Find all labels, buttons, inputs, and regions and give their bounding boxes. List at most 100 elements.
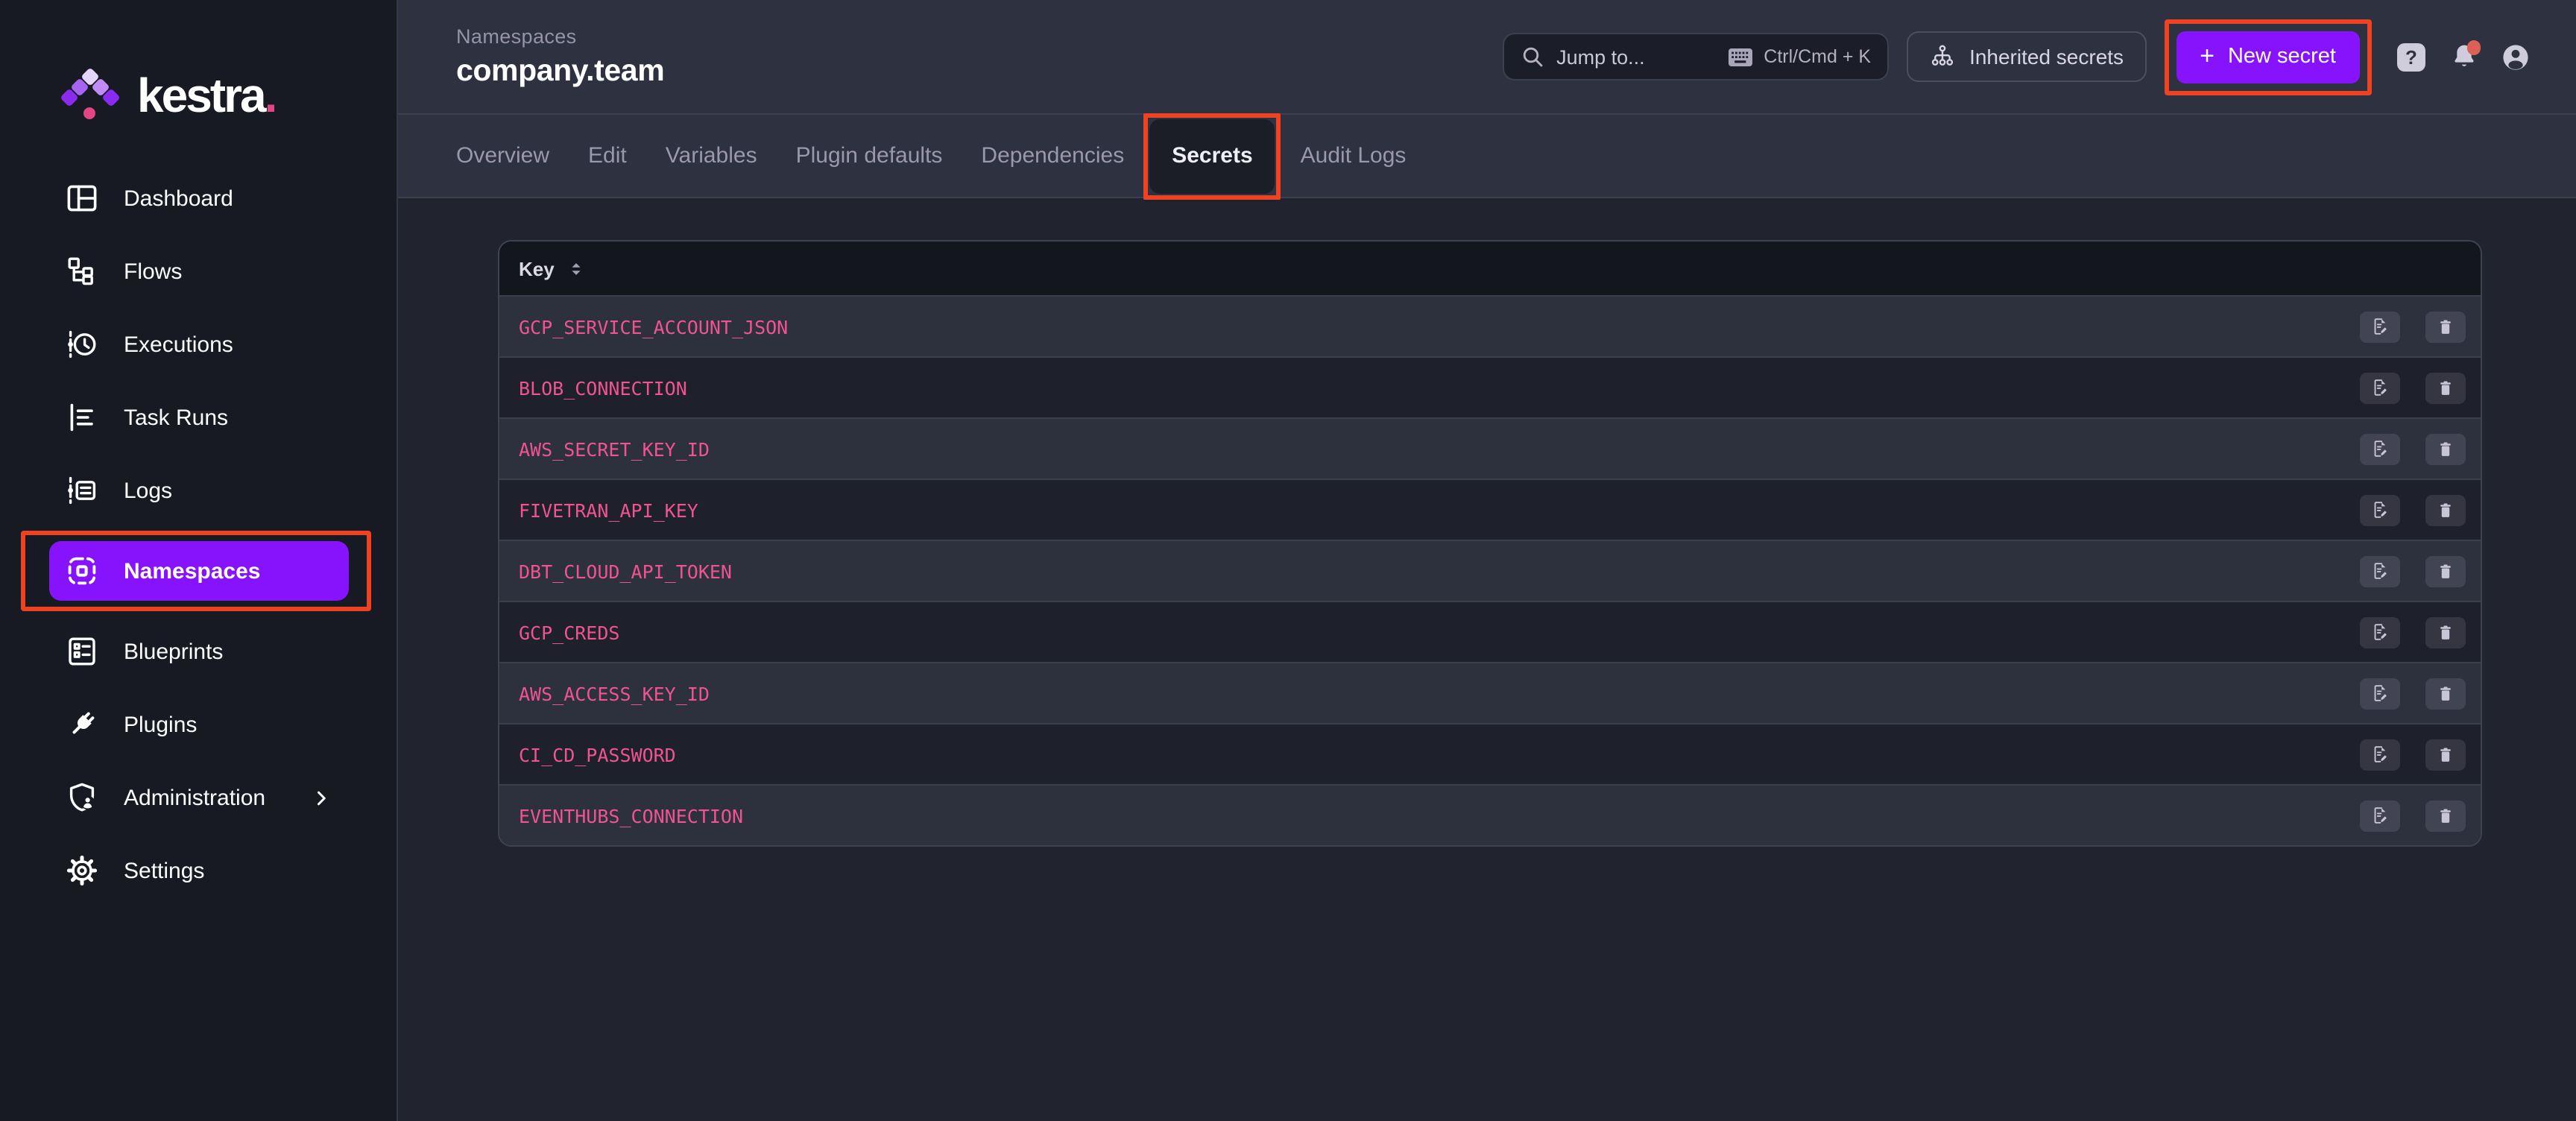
search-placeholder: Jump to... [1556, 45, 1645, 68]
edit-secret-button[interactable] [2360, 555, 2400, 587]
help-icon[interactable]: ? [2397, 42, 2425, 71]
tab-variables[interactable]: Variables [646, 114, 777, 198]
sidebar: kestra. Dashboard Flows Executions [0, 0, 398, 1121]
main-area: Namespaces company.team Jump to... Ctrl/… [398, 0, 2576, 1121]
secret-key: BLOB_CONNECTION [519, 376, 687, 399]
annotation-new-secret: + New secret [2164, 19, 2372, 95]
delete-secret-button[interactable] [2425, 616, 2466, 648]
sidebar-nav: Dashboard Flows Executions Task Runs [0, 168, 397, 914]
table-row: GCP_CREDS [499, 601, 2481, 662]
sidebar-item-label: Plugins [124, 712, 197, 737]
sidebar-item-label: Flows [124, 259, 182, 284]
kestra-logo-icon [63, 69, 118, 119]
sidebar-item-settings[interactable]: Settings [49, 841, 349, 900]
sidebar-item-flows[interactable]: Flows [49, 241, 349, 301]
search-shortcut: Ctrl/Cmd + K [1728, 46, 1871, 67]
bell-icon[interactable] [2448, 40, 2481, 73]
settings-icon [64, 853, 100, 888]
delete-secret-button[interactable] [2425, 800, 2466, 831]
delete-secret-button[interactable] [2425, 433, 2466, 464]
tab-audit-logs[interactable]: Audit Logs [1281, 114, 1426, 198]
table-row: CI_CD_PASSWORD [499, 723, 2481, 784]
delete-secret-button[interactable] [2425, 555, 2466, 587]
edit-secret-button[interactable] [2360, 739, 2400, 770]
avatar[interactable] [2498, 40, 2531, 73]
tab-overview[interactable]: Overview [437, 114, 569, 198]
sidebar-item-label: Executions [124, 332, 233, 357]
sidebar-item-blueprints[interactable]: Blueprints [49, 622, 349, 681]
plus-icon: + [2200, 43, 2214, 69]
sidebar-item-label: Settings [124, 858, 204, 883]
sidebar-item-executions[interactable]: Executions [49, 315, 349, 374]
sidebar-item-label: Task Runs [124, 405, 228, 430]
blueprints-icon [64, 634, 100, 669]
sidebar-item-administration[interactable]: Administration [49, 768, 349, 827]
table-row: AWS_ACCESS_KEY_ID [499, 662, 2481, 723]
administration-icon [64, 780, 100, 815]
inherited-secrets-button[interactable]: Inherited secrets [1907, 31, 2146, 82]
sidebar-item-plugins[interactable]: Plugins [49, 695, 349, 754]
delete-secret-button[interactable] [2425, 372, 2466, 403]
sidebar-item-label: Namespaces [124, 558, 260, 584]
table-row: DBT_CLOUD_API_TOKEN [499, 540, 2481, 601]
topbar: Namespaces company.team Jump to... Ctrl/… [398, 0, 2576, 115]
tab-plugin-defaults[interactable]: Plugin defaults [777, 114, 962, 198]
sidebar-item-label: Blueprints [124, 639, 223, 664]
sidebar-item-label: Logs [124, 478, 172, 503]
brand-name: kestra. [137, 72, 275, 119]
flows-icon [64, 253, 100, 289]
annotation-secrets-tab: Secrets [1143, 113, 1281, 199]
annotation-namespaces: Namespaces [21, 531, 371, 611]
table-row: GCP_SERVICE_ACCOUNT_JSON [499, 295, 2481, 356]
search-input[interactable]: Jump to... Ctrl/Cmd + K [1503, 33, 1889, 80]
sidebar-item-label: Dashboard [124, 186, 233, 211]
breadcrumb[interactable]: Namespaces [456, 25, 664, 47]
edit-secret-button[interactable] [2360, 616, 2400, 648]
sidebar-item-label: Administration [124, 785, 265, 810]
delete-secret-button[interactable] [2425, 494, 2466, 525]
sidebar-item-logs[interactable]: Logs [49, 461, 349, 520]
delete-secret-button[interactable] [2425, 678, 2466, 709]
sidebar-item-namespaces[interactable]: Namespaces [49, 541, 349, 601]
page-title: company.team [456, 53, 664, 89]
column-key-label: Key [519, 257, 555, 280]
sort-icon[interactable] [565, 257, 587, 280]
kestra-logo[interactable]: kestra. [63, 63, 397, 119]
tab-secrets[interactable]: Secrets [1149, 119, 1275, 193]
secret-key: AWS_SECRET_KEY_ID [519, 438, 710, 460]
page-heading: Namespaces company.team [456, 25, 664, 89]
logs-icon [64, 473, 100, 508]
sidebar-item-dashboard[interactable]: Dashboard [49, 168, 349, 228]
sidebar-item-task-runs[interactable]: Task Runs [49, 388, 349, 447]
secret-key: GCP_CREDS [519, 621, 619, 643]
table-row: EVENTHUBS_CONNECTION [499, 784, 2481, 845]
tab-dependencies[interactable]: Dependencies [962, 114, 1143, 198]
task-runs-icon [64, 400, 100, 435]
secret-key: FIVETRAN_API_KEY [519, 499, 698, 521]
sitemap-icon [1929, 43, 1956, 70]
chevron-right-icon [309, 785, 334, 810]
tab-edit[interactable]: Edit [569, 114, 646, 198]
edit-secret-button[interactable] [2360, 494, 2400, 525]
executions-icon [64, 326, 100, 362]
edit-secret-button[interactable] [2360, 678, 2400, 709]
edit-secret-button[interactable] [2360, 372, 2400, 403]
table-row: FIVETRAN_API_KEY [499, 479, 2481, 540]
delete-secret-button[interactable] [2425, 739, 2466, 770]
plugins-icon [64, 707, 100, 742]
table-row: AWS_SECRET_KEY_ID [499, 417, 2481, 479]
tabbar: Overview Edit Variables Plugin defaults … [398, 115, 2576, 198]
secret-key: EVENTHUBS_CONNECTION [519, 804, 743, 827]
secrets-content: Key GCP_SERVICE_ACCOUNT_JSON BLOB_CONNEC… [398, 198, 2576, 1121]
notification-dot [2466, 40, 2481, 54]
edit-secret-button[interactable] [2360, 800, 2400, 831]
secret-key: DBT_CLOUD_API_TOKEN [519, 560, 732, 582]
new-secret-button[interactable]: + New secret [2176, 31, 2360, 83]
edit-secret-button[interactable] [2360, 433, 2400, 464]
secret-key: CI_CD_PASSWORD [519, 743, 676, 765]
table-row: BLOB_CONNECTION [499, 356, 2481, 417]
delete-secret-button[interactable] [2425, 311, 2466, 342]
kestra-app: kestra. Dashboard Flows Executions [0, 0, 2576, 1121]
edit-secret-button[interactable] [2360, 311, 2400, 342]
topbar-actions: Jump to... Ctrl/Cmd + K Inherited secret… [1503, 19, 2531, 95]
